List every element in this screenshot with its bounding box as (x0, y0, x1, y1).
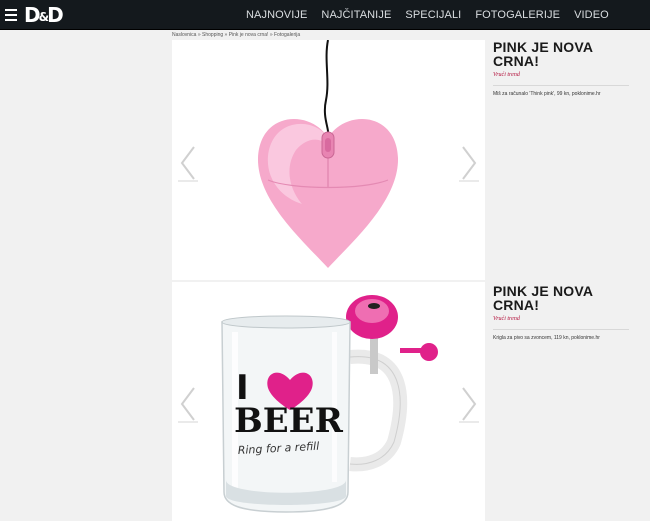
hamburger-menu-icon[interactable] (5, 9, 17, 21)
divider (493, 329, 629, 330)
previous-arrow-icon[interactable] (176, 143, 198, 183)
previous-arrow-icon[interactable] (176, 384, 198, 424)
next-arrow-icon[interactable] (459, 384, 481, 424)
nav-item-fotogalerije[interactable]: FOTOGALERIJE (475, 9, 560, 21)
slide-description: Miš za računalo 'Think pink', 99 kn, pok… (493, 91, 601, 97)
main-nav: NAJNOVIJE NAJČITANIJE SPECIJALI FOTOGALE… (246, 0, 609, 30)
site-logo[interactable]: D&D (24, 4, 64, 26)
divider (493, 85, 629, 86)
slide-info-2: PINK JE NOVA CRNA! Vrući trend Krigla za… (493, 284, 633, 341)
mug-text-beer: BEER (234, 401, 344, 441)
nav-item-najnovije[interactable]: NAJNOVIJE (246, 9, 307, 21)
next-arrow-icon[interactable] (459, 143, 481, 183)
beer-mug-image: I BEER Ring for a refill (221, 295, 438, 513)
slide-info-1: PINK JE NOVA CRNA! Vrući trend Miš za ra… (493, 40, 633, 97)
nav-item-najcitanije[interactable]: NAJČITANIJE (321, 9, 391, 21)
heart-mouse-image (257, 40, 399, 268)
slide-title: PINK JE NOVA CRNA! (493, 39, 593, 69)
nav-item-video[interactable]: VIDEO (574, 9, 609, 21)
slide-title: PINK JE NOVA CRNA! (493, 283, 593, 313)
nav-item-specijali[interactable]: SPECIJALI (405, 9, 461, 21)
gallery-slide-2: I BEER Ring for a refill (172, 282, 485, 521)
breadcrumb[interactable]: Naslovnica » Shopping » Pink je nova crn… (172, 32, 300, 38)
gallery-slide-1 (172, 40, 485, 280)
slide-category-link[interactable]: Vrući trend (493, 72, 633, 78)
top-bar: D&D NAJNOVIJE NAJČITANIJE SPECIJALI FOTO… (0, 0, 650, 30)
slide-category-link[interactable]: Vrući trend (493, 316, 633, 322)
slide-description: Krigla za pivo sa zvoncem, 119 kn, poklo… (493, 335, 600, 341)
